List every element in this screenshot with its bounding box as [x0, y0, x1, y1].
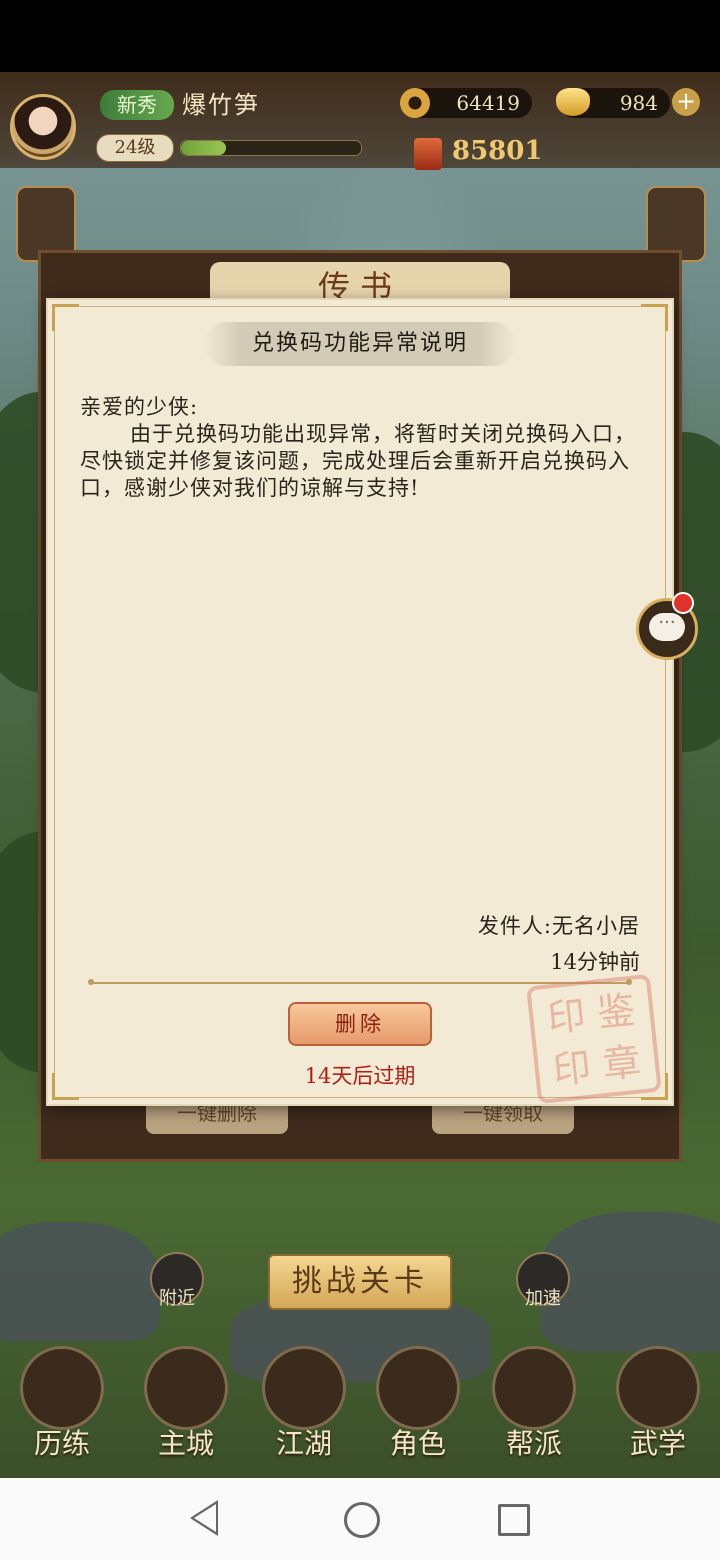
nav-label: 历练 — [33, 1427, 90, 1460]
nav-label: 江湖 — [275, 1427, 332, 1460]
status-bar — [0, 0, 720, 72]
power-icon — [414, 138, 442, 170]
character-icon — [376, 1346, 460, 1430]
mail-content: 由于兑换码功能出现异常，将暂时关闭兑换码入口，尽快锁定并修复该问题，完成处理后会… — [80, 422, 636, 500]
jianghu-icon — [262, 1346, 346, 1430]
delete-mail-button[interactable]: 删除 — [288, 1002, 432, 1046]
nav-label: 角色 — [389, 1427, 446, 1460]
back-icon[interactable] — [190, 1500, 218, 1536]
mail-time: 14分钟前 — [550, 950, 640, 974]
notification-dot — [672, 592, 694, 614]
copper-value: 64419 — [456, 91, 520, 115]
player-level: 24级 — [96, 134, 174, 162]
mail-sender: 发件人:无名小居 — [477, 914, 640, 938]
speedup-label: 加速 — [525, 1288, 561, 1309]
martial-arts-icon — [616, 1346, 700, 1430]
recent-apps-icon[interactable] — [498, 1504, 530, 1536]
nearby-button[interactable]: 附近 — [150, 1252, 204, 1309]
nav-lilian[interactable]: 历练 — [12, 1340, 112, 1470]
rank-badge: 新秀 — [100, 90, 174, 120]
nav-jianghu[interactable]: 江湖 — [254, 1340, 354, 1470]
mail-greeting: 亲爱的少侠: — [80, 395, 199, 419]
corner-ornament — [52, 1073, 79, 1100]
seal-stamp: 印 鉴印 章 — [526, 973, 662, 1105]
nav-wuxue[interactable]: 武学 — [608, 1340, 708, 1470]
add-gold-button[interactable]: + — [672, 88, 700, 116]
guild-icon — [492, 1346, 576, 1430]
city-icon — [144, 1346, 228, 1430]
nav-juese[interactable]: 角色 — [368, 1340, 468, 1470]
coin-icon — [400, 88, 430, 118]
corner-ornament — [641, 304, 668, 331]
chat-icon: ··· — [649, 613, 685, 641]
nav-zhucheng[interactable]: 主城 — [136, 1340, 236, 1470]
player-avatar[interactable] — [10, 94, 76, 160]
lilian-icon — [20, 1346, 104, 1430]
exp-bar-fill — [181, 141, 226, 155]
nearby-label: 附近 — [159, 1288, 195, 1309]
mail-body: 亲爱的少侠: 由于兑换码功能出现异常，将暂时关闭兑换码入口，尽快锁定并修复该问题… — [80, 394, 640, 502]
exp-bar — [180, 140, 362, 156]
challenge-button[interactable]: 挑战关卡 — [268, 1254, 452, 1310]
speedup-button[interactable]: 加速 — [516, 1252, 570, 1309]
mail-letter: 兑换码功能异常说明 亲爱的少侠: 由于兑换码功能出现异常，将暂时关闭兑换码入口，… — [46, 298, 674, 1106]
gold-value: 984 — [619, 91, 658, 115]
gold-ingot-icon — [556, 88, 590, 116]
nav-bangpai[interactable]: 帮派 — [484, 1340, 584, 1470]
combat-power: 85801 — [452, 136, 543, 166]
nav-label: 武学 — [629, 1427, 686, 1460]
nav-label: 主城 — [157, 1427, 214, 1460]
expire-notice: 14天后过期 — [304, 1064, 416, 1088]
system-navigation-bar — [0, 1478, 720, 1560]
home-icon[interactable] — [344, 1502, 380, 1538]
mail-subject: 兑换码功能异常说明 — [251, 331, 468, 356]
corner-ornament — [52, 304, 79, 331]
player-name: 爆竹笋 — [182, 91, 260, 119]
nav-label: 帮派 — [505, 1427, 562, 1460]
